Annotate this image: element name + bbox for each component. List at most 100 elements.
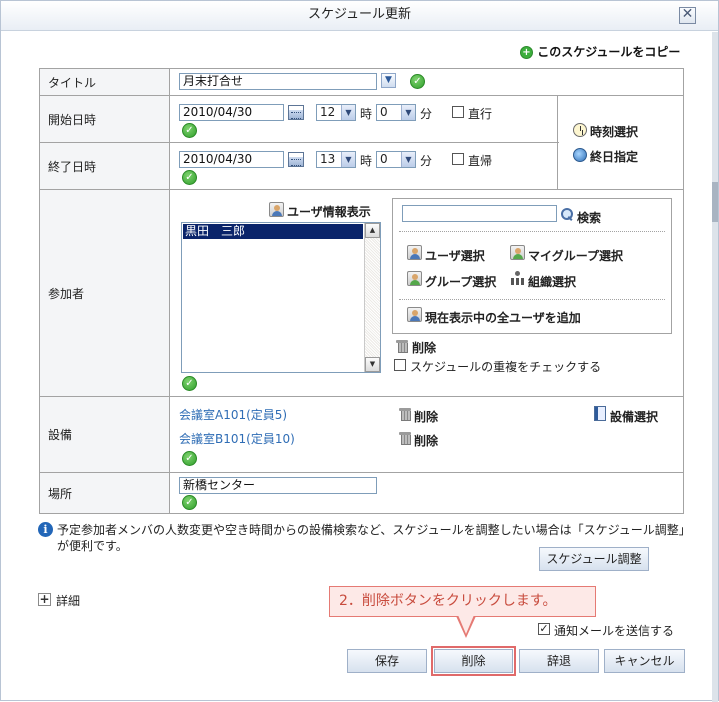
end-cell: 2010/04/30 13 ▼ 時 0 ▼ 分 直帰 ✓ xyxy=(171,143,558,189)
cancel-button[interactable]: キャンセル xyxy=(604,649,685,673)
duplicate-check-label: スケジュールの重複をチェックする xyxy=(410,360,602,374)
place-valid-check-icon: ✓ xyxy=(182,495,197,510)
end-minute-value: 0 xyxy=(380,152,388,166)
clock-icon xyxy=(573,123,587,137)
copy-plus-icon: + xyxy=(520,46,533,59)
scrollbar-thumb[interactable] xyxy=(712,182,718,222)
direct-start-checkbox[interactable] xyxy=(452,106,464,118)
decline-button[interactable]: 辞退 xyxy=(519,649,599,673)
all-day-icon xyxy=(573,148,587,162)
end-calendar-icon[interactable] xyxy=(288,152,304,167)
facility-a101-delete[interactable]: 削除 xyxy=(414,408,438,425)
save-button[interactable]: 保存 xyxy=(347,649,427,673)
start-cell: 2010/04/30 12 ▼ 時 0 ▼ 分 直行 ✓ xyxy=(171,96,558,142)
start-minute-select[interactable]: 0 ▼ xyxy=(376,104,416,121)
start-minute-value: 0 xyxy=(380,105,388,119)
schedule-form-table: タイトル 月末打合せ ▼ ✓ 開始日時 2010/04/30 12 ▼ 時 0 ▼ … xyxy=(39,68,684,514)
participant-item[interactable]: 黒田 三郎 xyxy=(183,224,363,239)
title-cell: 月末打合せ ▼ ✓ xyxy=(171,69,683,95)
facility-item-a101[interactable]: 会議室A101(定員5) xyxy=(179,406,287,423)
participants-row: 参加者 ユーザ情報表示 黒田 三郎 ▲ ▼ ✓ 検索 ユーザ選択 マイグループ選… xyxy=(40,190,683,397)
direct-start-label: 直行 xyxy=(468,107,493,121)
notify-mail-checkbox[interactable]: ✓ xyxy=(538,623,550,635)
start-hour-chevron-down-icon: ▼ xyxy=(341,105,355,120)
participant-delete-link[interactable]: 削除 xyxy=(412,339,436,356)
title-label: タイトル xyxy=(40,69,170,95)
place-input[interactable]: 新橋センター xyxy=(179,477,377,494)
start-label: 開始日時 xyxy=(40,96,170,142)
add-all-users-icon xyxy=(407,307,422,322)
title-input[interactable]: 月末打合せ xyxy=(179,73,377,90)
delete-button[interactable]: 削除 xyxy=(431,646,516,676)
facility-item-b101[interactable]: 会議室B101(定員10) xyxy=(179,430,295,447)
details-expand-icon[interactable]: + xyxy=(38,593,51,606)
participants-valid-check-icon: ✓ xyxy=(182,376,197,391)
search-icon xyxy=(560,207,575,222)
panel-divider xyxy=(399,231,665,232)
facility-select-link[interactable]: 設備選択 xyxy=(610,408,658,425)
end-minute-unit: 分 xyxy=(420,154,433,168)
place-label: 場所 xyxy=(40,473,170,513)
end-hour-unit: 時 xyxy=(360,154,373,168)
facilities-valid-check-icon: ✓ xyxy=(182,451,197,466)
organization-icon xyxy=(510,271,525,286)
end-hour-chevron-down-icon: ▼ xyxy=(341,152,355,167)
callout-tail-inner xyxy=(458,615,474,634)
direct-end-checkbox[interactable] xyxy=(452,153,464,165)
schedule-adjust-button[interactable]: スケジュール調整 xyxy=(539,547,649,571)
org-select-link[interactable]: 組織選択 xyxy=(528,273,576,290)
place-cell: 新橋センター ✓ xyxy=(171,473,683,513)
group-select-link[interactable]: グループ選択 xyxy=(425,273,496,290)
notify-mail-label: 通知メールを送信する xyxy=(554,624,675,638)
copy-schedule-link[interactable]: + このスケジュールをコピー xyxy=(520,43,680,60)
user-select-link[interactable]: ユーザ選択 xyxy=(425,247,485,264)
title-bar: スケジュール更新 ✕ xyxy=(1,1,718,31)
end-date-input[interactable]: 2010/04/30 xyxy=(179,151,284,168)
facilities-label: 設備 xyxy=(40,397,170,472)
start-minute-chevron-down-icon: ▼ xyxy=(401,105,415,120)
details-toggle[interactable]: 詳細 xyxy=(56,592,80,609)
user-info-link[interactable]: ユーザ情報表示 xyxy=(287,203,371,220)
panel-divider-2 xyxy=(399,299,665,300)
add-all-users-link[interactable]: 現在表示中の全ユーザを追加 xyxy=(425,309,581,326)
time-tools-cell: 時刻選択 終日指定 xyxy=(559,96,683,190)
search-button[interactable]: 検索 xyxy=(577,209,601,226)
end-label: 終了日時 xyxy=(40,143,170,189)
user-info-icon xyxy=(269,202,284,217)
window-scrollbar[interactable] xyxy=(712,32,718,702)
user-search-input[interactable] xyxy=(402,205,557,222)
title-valid-check-icon: ✓ xyxy=(410,74,425,89)
end-minute-select[interactable]: 0 ▼ xyxy=(376,151,416,168)
close-icon[interactable]: ✕ xyxy=(679,7,696,24)
user-search-panel: 検索 ユーザ選択 マイグループ選択 グループ選択 組織選択 現在表示中の全ユーザ… xyxy=(392,198,672,334)
user-select-icon xyxy=(407,245,422,260)
instruction-callout: 2．削除ボタンをクリックします。 xyxy=(329,586,596,617)
schedule-update-dialog: スケジュール更新 ✕ + このスケジュールをコピー タイトル 月末打合せ ▼ ✓… xyxy=(0,0,719,702)
end-hour-select[interactable]: 13 ▼ xyxy=(316,151,356,168)
copy-schedule-label: このスケジュールをコピー xyxy=(537,45,681,59)
direct-end-label: 直帰 xyxy=(468,154,493,168)
start-calendar-icon[interactable] xyxy=(288,105,304,120)
end-minute-chevron-down-icon: ▼ xyxy=(401,152,415,167)
time-select-link[interactable]: 時刻選択 xyxy=(590,123,638,140)
title-dropdown-icon[interactable]: ▼ xyxy=(381,73,396,88)
start-hour-select[interactable]: 12 ▼ xyxy=(316,104,356,121)
facility-b101-trash-icon xyxy=(399,431,411,445)
participants-listbox[interactable]: 黒田 三郎 ▲ ▼ xyxy=(181,222,381,373)
facility-b101-delete[interactable]: 削除 xyxy=(414,432,438,449)
scroll-down-icon[interactable]: ▼ xyxy=(365,357,380,372)
title-row: タイトル 月末打合せ ▼ ✓ xyxy=(40,69,683,96)
my-group-select-link[interactable]: マイグループ選択 xyxy=(528,247,623,264)
dialog-title: スケジュール更新 xyxy=(307,7,412,22)
group-select-icon xyxy=(407,271,422,286)
participants-cell: ユーザ情報表示 黒田 三郎 ▲ ▼ ✓ 検索 ユーザ選択 マイグループ選択 グル… xyxy=(171,190,683,396)
scroll-up-icon[interactable]: ▲ xyxy=(365,223,380,238)
start-minute-unit: 分 xyxy=(420,107,433,121)
duplicate-check-checkbox[interactable] xyxy=(394,359,406,371)
facilities-row: 設備 会議室A101(定員5) 削除 会議室B101(定員10) 削除 設備選択… xyxy=(40,397,683,473)
start-date-input[interactable]: 2010/04/30 xyxy=(179,104,284,121)
start-hour-unit: 時 xyxy=(360,107,373,121)
participants-scrollbar[interactable]: ▲ ▼ xyxy=(364,223,380,372)
participants-label: 参加者 xyxy=(40,190,170,396)
all-day-link[interactable]: 終日指定 xyxy=(590,148,638,165)
